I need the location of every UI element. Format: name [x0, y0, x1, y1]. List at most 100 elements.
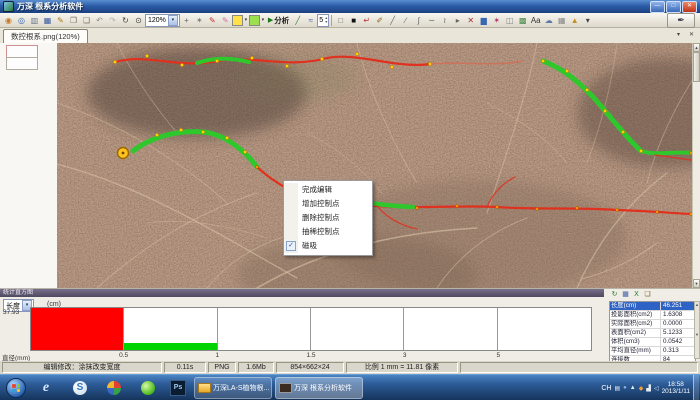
pen-wave-icon[interactable]: ∼ — [425, 14, 438, 27]
clock-time: 18:58 — [668, 381, 684, 388]
language-indicator[interactable]: CH — [601, 385, 611, 392]
pencil-icon[interactable]: ✎ — [54, 14, 67, 27]
analyze-button[interactable]: ▶ 分析 — [266, 15, 291, 26]
taskbar-pinwheel-icon[interactable] — [102, 377, 126, 399]
taskbar-window-rootapp[interactable]: 万深 根系分析软件 — [275, 377, 363, 399]
pen-curve-icon[interactable]: ∫ — [412, 14, 425, 27]
network-icon[interactable]: ▟ — [646, 385, 651, 392]
histogram-bin — [124, 308, 217, 350]
export-icon[interactable]: ❐ — [67, 14, 80, 27]
maximize-button[interactable]: □ — [666, 1, 681, 13]
taskbar-window-folder[interactable]: 万深LA-S植物根... — [194, 377, 272, 399]
start-button[interactable] — [6, 378, 26, 398]
camera-icon[interactable]: ◎ — [15, 14, 28, 27]
histogram-tool-icon[interactable]: ◫ — [503, 14, 516, 27]
x-tick-label: 3 — [403, 352, 407, 359]
vertical-scrollbar[interactable]: ▲ ▼ — [692, 43, 700, 288]
fill-yellow-swatch[interactable] — [232, 15, 243, 26]
chart-tool-icon[interactable]: ▆ — [477, 14, 490, 27]
taskbar-clock[interactable]: 18:58 2013/1/11 — [662, 381, 690, 395]
spin-down-icon[interactable]: ▾ — [325, 20, 327, 24]
star-tool-icon[interactable]: ✶ — [490, 14, 503, 27]
undo-icon[interactable]: ↶ — [93, 14, 106, 27]
pen-line-icon[interactable]: ╱ — [386, 14, 399, 27]
menu-item-finish-edit[interactable]: 完成编辑 — [284, 183, 372, 197]
ruler-icon[interactable]: ╱ — [291, 14, 304, 27]
start-marker — [118, 148, 129, 159]
tray-hidden-icons-chevron[interactable]: ▲ — [630, 385, 636, 391]
flag-tool-icon[interactable]: ▲ — [568, 14, 581, 27]
taskbar-sogou-icon[interactable]: S — [68, 377, 92, 399]
taskbar-photoshop-icon[interactable]: Ps — [166, 377, 190, 399]
tab-active-image[interactable]: 数控根系.png(120%) — [3, 29, 88, 43]
histogram-bar — [124, 343, 216, 350]
cloud-tool-icon[interactable]: ☁ — [542, 14, 555, 27]
zoom-dropdown-icon[interactable]: ▾ — [168, 15, 178, 26]
image-tool-icon[interactable]: ▩ — [516, 14, 529, 27]
copy-icon[interactable]: ❏ — [80, 14, 93, 27]
table-save-icon[interactable]: ▦ — [621, 290, 630, 299]
scroll-down-icon[interactable]: ▼ — [693, 279, 700, 288]
menu-item-delete-control-point[interactable]: 删除控制点 — [284, 211, 372, 225]
picker-icon[interactable]: + — [180, 14, 193, 27]
wand-icon[interactable]: ✶ — [193, 14, 206, 27]
signature-button[interactable]: ✒ — [667, 13, 695, 28]
show-desktop-button[interactable] — [693, 375, 699, 400]
volume-icon[interactable]: ◁ — [654, 385, 659, 392]
navigator-box-bottom[interactable] — [6, 57, 38, 70]
pen-freehand-icon[interactable]: ✐ — [373, 14, 386, 27]
return-red-icon[interactable]: ↵ — [360, 14, 373, 27]
result-row[interactable]: 长度(cm) 46.251 — [610, 302, 695, 311]
tray-security-icon[interactable]: ◆ — [639, 385, 644, 392]
frame-icon[interactable]: □ — [334, 14, 347, 27]
text-tool-icon[interactable]: Aa — [529, 14, 542, 27]
scan-icon[interactable]: ▥ — [28, 14, 41, 27]
pink-mark-icon[interactable]: ✎ — [219, 14, 232, 27]
zoom-level-combo[interactable]: 120% ▾ — [145, 14, 180, 27]
results-scrollbar[interactable]: ▲▼ — [694, 301, 700, 359]
table-refresh-icon[interactable]: ↻ — [610, 290, 619, 299]
more-dropdown-icon[interactable]: ▾ — [581, 14, 594, 27]
arrow-tool-icon[interactable]: ▸ — [451, 14, 464, 27]
width-spinner[interactable]: 5 ▴ ▾ — [317, 14, 329, 27]
ps-glyph: Ps — [170, 380, 186, 396]
menu-item-thin-control-points[interactable]: 抽稀控制点 — [284, 225, 372, 239]
results-table: 长度(cm) 46.251 投影面积(cm2) 1.6308 实际面积(cm2)… — [609, 301, 696, 365]
status-filler — [460, 362, 698, 373]
result-row[interactable]: 体积(cm3) 0.0542 — [610, 338, 695, 347]
tab-scroll-icon[interactable]: ▾ — [673, 30, 684, 41]
save-icon[interactable]: ▦ — [41, 14, 54, 27]
scrollbar-thumb[interactable] — [693, 52, 700, 82]
red-mark-icon[interactable]: ✎ — [206, 14, 219, 27]
tray-update-icon[interactable]: ● — [623, 385, 627, 391]
grid-tool-icon[interactable]: ▦ — [555, 14, 568, 27]
menu-item-add-control-point[interactable]: 增加控制点 — [284, 197, 372, 211]
pen-slash-icon[interactable]: ∕ — [399, 14, 412, 27]
taskbar-360-icon[interactable] — [136, 377, 160, 399]
table-excel-icon[interactable]: X — [632, 290, 641, 299]
fill-black-icon[interactable]: ■ — [347, 14, 360, 27]
redo-icon[interactable]: ↷ — [106, 14, 119, 27]
open-image-icon[interactable]: ◉ — [2, 14, 15, 27]
pen-squiggle-icon[interactable]: ≀ — [438, 14, 451, 27]
curve-measure-icon[interactable]: ≈ — [304, 14, 317, 27]
minimize-button[interactable]: — — [650, 1, 665, 13]
result-row[interactable]: 实际面积(cm2) 0.0000 — [610, 320, 695, 329]
result-row[interactable]: 平均直径(mm) 0.313 — [610, 347, 695, 356]
magnifier-icon[interactable]: ⊙ — [132, 14, 145, 27]
tray-app-icon[interactable]: ▤ — [614, 385, 620, 392]
tab-close-icon[interactable]: ✕ — [686, 30, 697, 41]
result-row[interactable]: 投影面积(cm2) 1.6308 — [610, 311, 695, 320]
close-button[interactable]: ✕ — [682, 1, 697, 13]
taskbar-ie-icon[interactable]: e — [34, 377, 58, 399]
clock-date: 2013/1/11 — [662, 388, 690, 395]
menu-item-magnetic-snap[interactable]: ✓ 磁吸 — [284, 239, 372, 253]
root-image-canvas[interactable]: 完成编辑 增加控制点 删除控制点 抽稀控制点 ✓ 磁吸 — [57, 43, 692, 288]
spinner-arrows[interactable]: ▴ ▾ — [325, 16, 327, 24]
fill-green-swatch[interactable] — [249, 15, 260, 26]
delete-point-icon[interactable]: ✕ — [464, 14, 477, 27]
rotate-icon[interactable]: ↻ — [119, 14, 132, 27]
table-copy-icon[interactable]: ❏ — [643, 290, 652, 299]
scroll-up-icon[interactable]: ▲ — [693, 43, 700, 52]
result-row[interactable]: 表面积(cm2) 5.1233 — [610, 329, 695, 338]
